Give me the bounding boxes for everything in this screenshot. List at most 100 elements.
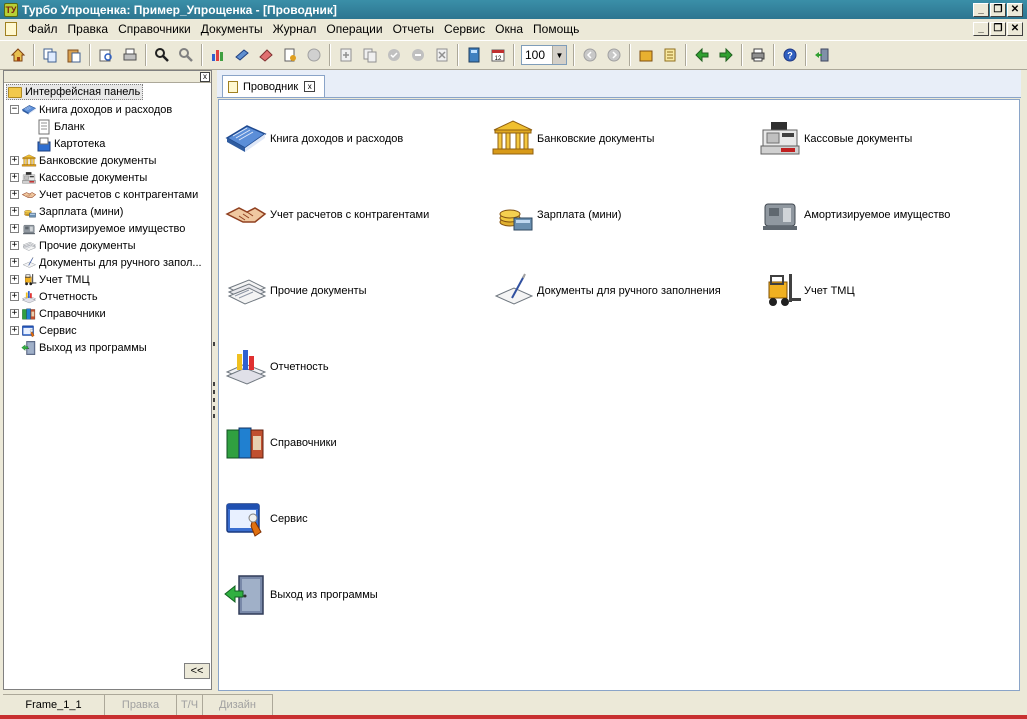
- collapse-icon[interactable]: −: [10, 105, 19, 114]
- copy-icon[interactable]: [39, 44, 61, 66]
- find-icon[interactable]: [151, 44, 173, 66]
- tree-item-cash-register[interactable]: + Кассовые документы: [10, 169, 147, 186]
- toolbar-separator: [457, 44, 459, 66]
- child-minimize-button[interactable]: _: [973, 22, 989, 36]
- close-button[interactable]: ✕: [1007, 2, 1023, 17]
- splitter[interactable]: [212, 70, 216, 690]
- print-preview-icon[interactable]: [95, 44, 117, 66]
- tree-item-blank-doc[interactable]: Бланк: [36, 118, 85, 135]
- expand-icon[interactable]: +: [10, 190, 19, 199]
- expand-icon[interactable]: +: [10, 173, 19, 182]
- tree-item-exit-door[interactable]: Выход из программы: [10, 339, 147, 356]
- menu-item-4[interactable]: Журнал: [268, 22, 322, 36]
- menu-item-7[interactable]: Сервис: [439, 22, 490, 36]
- zoom-select[interactable]: 100 ▼: [521, 45, 567, 65]
- menu-item-8[interactable]: Окна: [490, 22, 528, 36]
- status-tab-0[interactable]: Frame_1_1: [3, 695, 105, 715]
- explorer-item-manual-doc[interactable]: Документы для ручного заполнения: [490, 268, 721, 314]
- menu-item-3[interactable]: Документы: [196, 22, 268, 36]
- document-edit-icon[interactable]: [279, 44, 301, 66]
- expand-icon[interactable]: +: [10, 292, 19, 301]
- tree-item-manual-doc[interactable]: + Документы для ручного запол...: [10, 254, 202, 271]
- tree-item-service[interactable]: + Сервис: [10, 322, 77, 339]
- tree-item-handshake[interactable]: + Учет расчетов с контрагентами: [10, 186, 198, 203]
- exit-icon[interactable]: [811, 44, 833, 66]
- notes-icon[interactable]: [659, 44, 681, 66]
- tree-item-forklift[interactable]: + Учет ТМЦ: [10, 271, 90, 288]
- explorer-item-machine[interactable]: Амортизируемое имущество: [757, 192, 950, 238]
- help-icon[interactable]: ?: [779, 44, 801, 66]
- eraser-icon[interactable]: [255, 44, 277, 66]
- tree-item-bank[interactable]: + Банковские документы: [10, 152, 156, 169]
- menu-item-9[interactable]: Помощь: [528, 22, 584, 36]
- explorer-item-forklift[interactable]: Учет ТМЦ: [757, 268, 855, 314]
- duplicate-icon[interactable]: [359, 44, 381, 66]
- restore-button[interactable]: ❐: [990, 2, 1006, 17]
- tree-item-documents[interactable]: + Прочие документы: [10, 237, 136, 254]
- find-next-icon[interactable]: [175, 44, 197, 66]
- explorer-item-handshake[interactable]: Учет расчетов с контрагентами: [223, 192, 429, 238]
- add-icon[interactable]: [335, 44, 357, 66]
- journal-icon[interactable]: [635, 44, 657, 66]
- explorer-item-cash-register[interactable]: Кассовые документы: [757, 116, 912, 162]
- expand-icon[interactable]: +: [10, 275, 19, 284]
- calendar-icon[interactable]: 12: [487, 44, 509, 66]
- panel-close-button[interactable]: x: [200, 71, 210, 82]
- expand-icon[interactable]: +: [10, 309, 19, 318]
- arrow-left-icon[interactable]: [691, 44, 713, 66]
- expand-icon[interactable]: +: [10, 156, 19, 165]
- home-icon[interactable]: [7, 44, 29, 66]
- tree-item-reports[interactable]: + Отчетность: [10, 288, 98, 305]
- expand-icon[interactable]: +: [10, 224, 19, 233]
- print-icon[interactable]: [119, 44, 141, 66]
- chevron-down-icon[interactable]: ▼: [552, 46, 566, 64]
- expand-icon[interactable]: +: [10, 241, 19, 250]
- tree-root[interactable]: Интерфейсная панель: [6, 84, 144, 100]
- minus-icon[interactable]: [407, 44, 429, 66]
- tab-explorer[interactable]: Проводник x: [222, 75, 325, 97]
- delete-icon[interactable]: [431, 44, 453, 66]
- printer-icon[interactable]: [747, 44, 769, 66]
- explorer-item-book[interactable]: Книга доходов и расходов: [223, 116, 403, 162]
- expand-icon[interactable]: +: [10, 258, 19, 267]
- menu-item-2[interactable]: Справочники: [113, 22, 196, 36]
- tree-item-book[interactable]: − Книга доходов и расходов: [10, 101, 172, 118]
- child-restore-button[interactable]: ❐: [990, 22, 1006, 36]
- tree-item-machine[interactable]: + Амортизируемое имущество: [10, 220, 185, 237]
- tree-item-reference-books[interactable]: + Справочники: [10, 305, 106, 322]
- cancel-icon[interactable]: [303, 44, 325, 66]
- back-icon[interactable]: [579, 44, 601, 66]
- book-icon[interactable]: [231, 44, 253, 66]
- minimize-button[interactable]: _: [973, 2, 989, 17]
- expand-icon[interactable]: +: [10, 207, 19, 216]
- explorer-item-service[interactable]: Сервис: [223, 496, 308, 542]
- calculator-icon[interactable]: [463, 44, 485, 66]
- forward-icon[interactable]: [603, 44, 625, 66]
- check-icon[interactable]: [383, 44, 405, 66]
- chart-icon[interactable]: [207, 44, 229, 66]
- child-close-button[interactable]: ✕: [1007, 22, 1023, 36]
- arrow-right-icon[interactable]: [715, 44, 737, 66]
- paste-icon[interactable]: [63, 44, 85, 66]
- menu-item-1[interactable]: Правка: [63, 22, 114, 36]
- explorer-item-exit-door[interactable]: Выход из программы: [223, 572, 378, 618]
- collapse-panel-button[interactable]: <<: [184, 663, 210, 679]
- status-tab-3[interactable]: Дизайн: [203, 695, 273, 715]
- tab-close-button[interactable]: x: [304, 81, 316, 92]
- svg-text:12: 12: [495, 56, 502, 62]
- explorer-item-bank[interactable]: Банковские документы: [490, 116, 654, 162]
- status-tab-1[interactable]: Правка: [105, 695, 177, 715]
- explorer-item-salary[interactable]: Зарплата (мини): [490, 192, 621, 238]
- menu-item-6[interactable]: Отчеты: [388, 22, 439, 36]
- menu-item-0[interactable]: Файл: [23, 22, 63, 36]
- tree-item-salary[interactable]: + Зарплата (мини): [10, 203, 123, 220]
- explorer-item-reports[interactable]: Отчетность: [223, 344, 329, 390]
- tree-item-card-index[interactable]: Картотека: [36, 135, 105, 152]
- expand-icon[interactable]: +: [10, 326, 19, 335]
- document-icon[interactable]: [5, 22, 17, 36]
- blank-doc-icon: [36, 119, 52, 134]
- explorer-item-reference-books[interactable]: Справочники: [223, 420, 337, 466]
- status-tab-2[interactable]: Т/Ч: [177, 695, 203, 715]
- explorer-item-documents[interactable]: Прочие документы: [223, 268, 367, 314]
- menu-item-5[interactable]: Операции: [321, 22, 387, 36]
